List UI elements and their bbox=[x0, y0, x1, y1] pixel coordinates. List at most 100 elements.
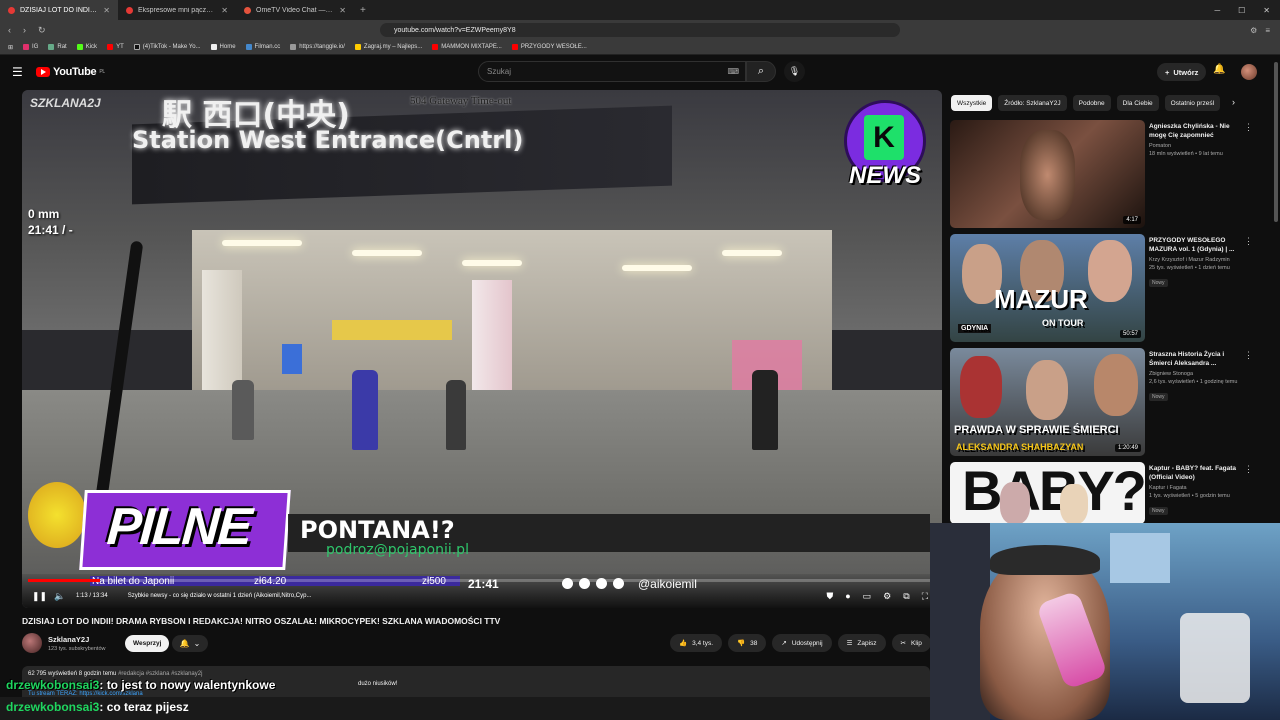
filter-chips: Wszystkie Źródło: SzklanaY2J Podobne Dla… bbox=[951, 95, 1251, 111]
window-close-icon[interactable]: ✕ bbox=[1263, 6, 1270, 15]
more-options-icon[interactable]: ⋮ bbox=[1244, 122, 1253, 133]
thumbnail-figure bbox=[960, 356, 1002, 418]
menu-icon[interactable]: ≡ bbox=[1265, 26, 1270, 35]
url-field[interactable]: youtube.com/watch?v=EZWPeemy8Y8 bbox=[380, 23, 900, 37]
bookmark-tiktok[interactable]: (4)TikTok - Make Yo... bbox=[133, 44, 201, 50]
sidebar-scrollbar[interactable] bbox=[1274, 62, 1278, 222]
save-button[interactable]: ☰ Zapisz bbox=[837, 634, 886, 652]
video-thumbnail[interactable]: PRAWDA W SPRAWIE ŚMIERCI ALEKSANDRA SHAH… bbox=[950, 348, 1145, 456]
autoplay-toggle[interactable]: ● bbox=[845, 591, 850, 602]
nav-buttons: ‹ › ↻ bbox=[0, 25, 60, 36]
search-button[interactable]: ⌕ bbox=[746, 61, 776, 82]
recommendation-meta: 18 mln wyświetleń • 9 lat temu bbox=[1149, 151, 1223, 157]
bookmark-yt[interactable]: YT bbox=[107, 44, 124, 50]
bookmark-home[interactable]: Home bbox=[210, 44, 236, 50]
video-thumbnail[interactable]: 4:17 bbox=[950, 120, 1145, 228]
channel-name[interactable]: SzklanaY2J bbox=[48, 635, 89, 644]
ceiling-light bbox=[352, 250, 422, 256]
recommendation-channel[interactable]: Krzy Krzysztof i Mazur Radzymin bbox=[1149, 257, 1244, 263]
maximize-icon[interactable]: ☐ bbox=[1238, 6, 1245, 15]
new-tab-icon[interactable]: + bbox=[354, 5, 372, 16]
measure-value: 0 mm bbox=[28, 207, 60, 221]
video-player[interactable]: 駅 西口(中央) Station West Entrance(Cntrl) SZ… bbox=[22, 90, 942, 608]
recommendation-channel[interactable]: Kaptur i Fagata bbox=[1149, 485, 1244, 491]
bookmark-przygody[interactable]: PRZYGODY WESOŁE... bbox=[511, 44, 587, 50]
chip-for-you[interactable]: Dla Ciebie bbox=[1116, 95, 1159, 111]
back-icon[interactable]: ‹ bbox=[8, 25, 11, 36]
close-tab-icon[interactable]: ✕ bbox=[221, 6, 228, 15]
settings-icon[interactable]: ⚙ bbox=[883, 591, 891, 602]
bookmark-filman[interactable]: Filman.cc bbox=[245, 44, 280, 50]
recommendation-title[interactable]: Kaptur - BABY? feat. Fagata (Official Vi… bbox=[1149, 464, 1244, 482]
bookmark-zagraj[interactable]: Zagraj.my – Najleps... bbox=[354, 44, 422, 50]
recommendation-title[interactable]: PRZYGODY WESOŁEGO MAZURA vol. 1 (Gdynia)… bbox=[1149, 236, 1244, 254]
support-button[interactable]: Wesprzyj bbox=[125, 635, 170, 652]
hamburger-menu-icon[interactable]: ☰ bbox=[12, 65, 26, 79]
bookmark-tanggle[interactable]: https://tanggle.io/ bbox=[290, 44, 345, 50]
video-thumbnail[interactable]: MAZUR ON TOUR GDYNIA 50:57 bbox=[950, 234, 1145, 342]
browser-tab-3[interactable]: OmeTV Video Chat — Omegle Rand ✕ bbox=[236, 0, 354, 20]
recommendation-info: PRZYGODY WESOŁEGO MAZURA vol. 1 (Gdynia)… bbox=[1149, 236, 1244, 289]
chip-similar[interactable]: Podobne bbox=[1072, 95, 1111, 111]
recommendation-title[interactable]: Straszna Historia Życia i Śmierci Aleksa… bbox=[1149, 350, 1244, 368]
thumbnail-subtitle: ON TOUR bbox=[1042, 318, 1084, 328]
thumbnail-figure bbox=[1020, 130, 1075, 220]
video-thumbnail[interactable]: BABY? bbox=[950, 462, 1145, 524]
forward-icon[interactable]: › bbox=[23, 25, 26, 36]
chevron-right-icon[interactable]: › bbox=[1232, 97, 1235, 107]
browser-tab-1[interactable]: DZISIAJ LOT DO INDII! DRAM ✕ bbox=[0, 0, 118, 20]
dislike-button[interactable]: 👎 38 bbox=[728, 634, 767, 652]
more-options-icon[interactable]: ⋮ bbox=[1244, 350, 1253, 361]
minimize-icon[interactable]: ─ bbox=[1214, 6, 1220, 15]
hashtags[interactable]: #redakcja #szklana #szklanay2j bbox=[118, 671, 202, 677]
measure-overlay: 0 mm 21:41 / - bbox=[28, 206, 73, 238]
reload-icon[interactable]: ↻ bbox=[38, 25, 46, 36]
voice-search-button[interactable]: 🎙 bbox=[784, 61, 805, 82]
bookmark-kick[interactable]: Kick bbox=[76, 44, 97, 50]
more-options-icon[interactable]: ⋮ bbox=[1244, 236, 1253, 247]
notifications-bell-icon[interactable]: 🔔 bbox=[1213, 64, 1225, 75]
video-title: DZISIAJ LOT DO INDII! DRAMA RYBSON I RED… bbox=[22, 616, 501, 626]
like-button[interactable]: 👍 3,4 tys. bbox=[670, 634, 723, 652]
apps-icon[interactable]: ⊞ bbox=[8, 44, 13, 51]
account-avatar[interactable] bbox=[1241, 64, 1257, 80]
bookmark-ig[interactable]: IG bbox=[23, 44, 38, 50]
create-button[interactable]: + Utwórz bbox=[1157, 63, 1207, 81]
thumbs-up-icon: 👍 bbox=[679, 640, 688, 647]
search-input[interactable]: Szukaj ⌨ bbox=[478, 61, 746, 82]
clip-button[interactable]: ✂ Klip bbox=[891, 634, 931, 652]
recommendation-item[interactable]: BABY? Kaptur - BABY? feat. Fagata (Offic… bbox=[950, 462, 1260, 524]
bookmark-rat[interactable]: Rat bbox=[48, 44, 67, 50]
subscription-bell-button[interactable]: 🔔 ⌄ bbox=[172, 635, 208, 652]
progress-bar[interactable] bbox=[28, 579, 934, 582]
new-badge: Nowy bbox=[1149, 507, 1168, 515]
recommendation-item[interactable]: 4:17 Agnieszka Chylińska - Nie mogę Cię … bbox=[950, 120, 1260, 230]
volume-icon[interactable]: 🔈 bbox=[54, 591, 68, 602]
fullscreen-icon[interactable]: ⛶ bbox=[922, 591, 928, 602]
recommendation-channel[interactable]: Pomaton bbox=[1149, 143, 1244, 149]
browser-tab-2[interactable]: Ekspresowe mni pączki - łyżka ładna ✕ bbox=[118, 0, 236, 20]
extension-icon[interactable]: ⚙ bbox=[1250, 26, 1257, 35]
channel-watermark: SZKLANA2J bbox=[30, 96, 101, 110]
close-tab-icon[interactable]: ✕ bbox=[339, 6, 346, 15]
chip-source[interactable]: Źródło: SzklanaY2J bbox=[998, 95, 1067, 111]
close-tab-icon[interactable]: ✕ bbox=[103, 6, 110, 15]
pause-icon[interactable]: ❚❚ bbox=[32, 591, 47, 602]
chip-all[interactable]: Wszystkie bbox=[951, 95, 993, 111]
youtube-logo[interactable]: YouTube PL bbox=[36, 66, 105, 78]
chapter-title[interactable]: Szybkie newsy - co się działo w ostatni … bbox=[128, 593, 312, 599]
subtitles-icon[interactable]: ▭ bbox=[863, 591, 872, 602]
miniplayer-icon[interactable]: ⧉ bbox=[903, 591, 909, 602]
recommendation-item[interactable]: MAZUR ON TOUR GDYNIA 50:57 PRZYGODY WESO… bbox=[950, 234, 1260, 344]
bookmark-mammon[interactable]: MAMMON MIXTAPE... bbox=[432, 44, 502, 50]
shield-icon[interactable]: ⛊ bbox=[826, 591, 833, 602]
share-button[interactable]: ↗ Udostępnij bbox=[772, 634, 832, 652]
chip-recent[interactable]: Ostatnio prześl bbox=[1164, 95, 1221, 111]
keyboard-icon[interactable]: ⌨ bbox=[727, 67, 739, 76]
recommendation-item[interactable]: PRAWDA W SPRAWIE ŚMIERCI ALEKSANDRA SHAH… bbox=[950, 348, 1260, 458]
channel-avatar[interactable] bbox=[22, 633, 42, 653]
recommendation-channel[interactable]: Zbigniew Stonoga bbox=[1149, 371, 1244, 377]
recommendation-title[interactable]: Agnieszka Chylińska - Nie mogę Cię zapom… bbox=[1149, 122, 1244, 140]
more-options-icon[interactable]: ⋮ bbox=[1244, 464, 1253, 475]
player-controls: ❚❚ 🔈 1:13 / 13:34 Szybkie newsy - co się… bbox=[22, 586, 942, 606]
